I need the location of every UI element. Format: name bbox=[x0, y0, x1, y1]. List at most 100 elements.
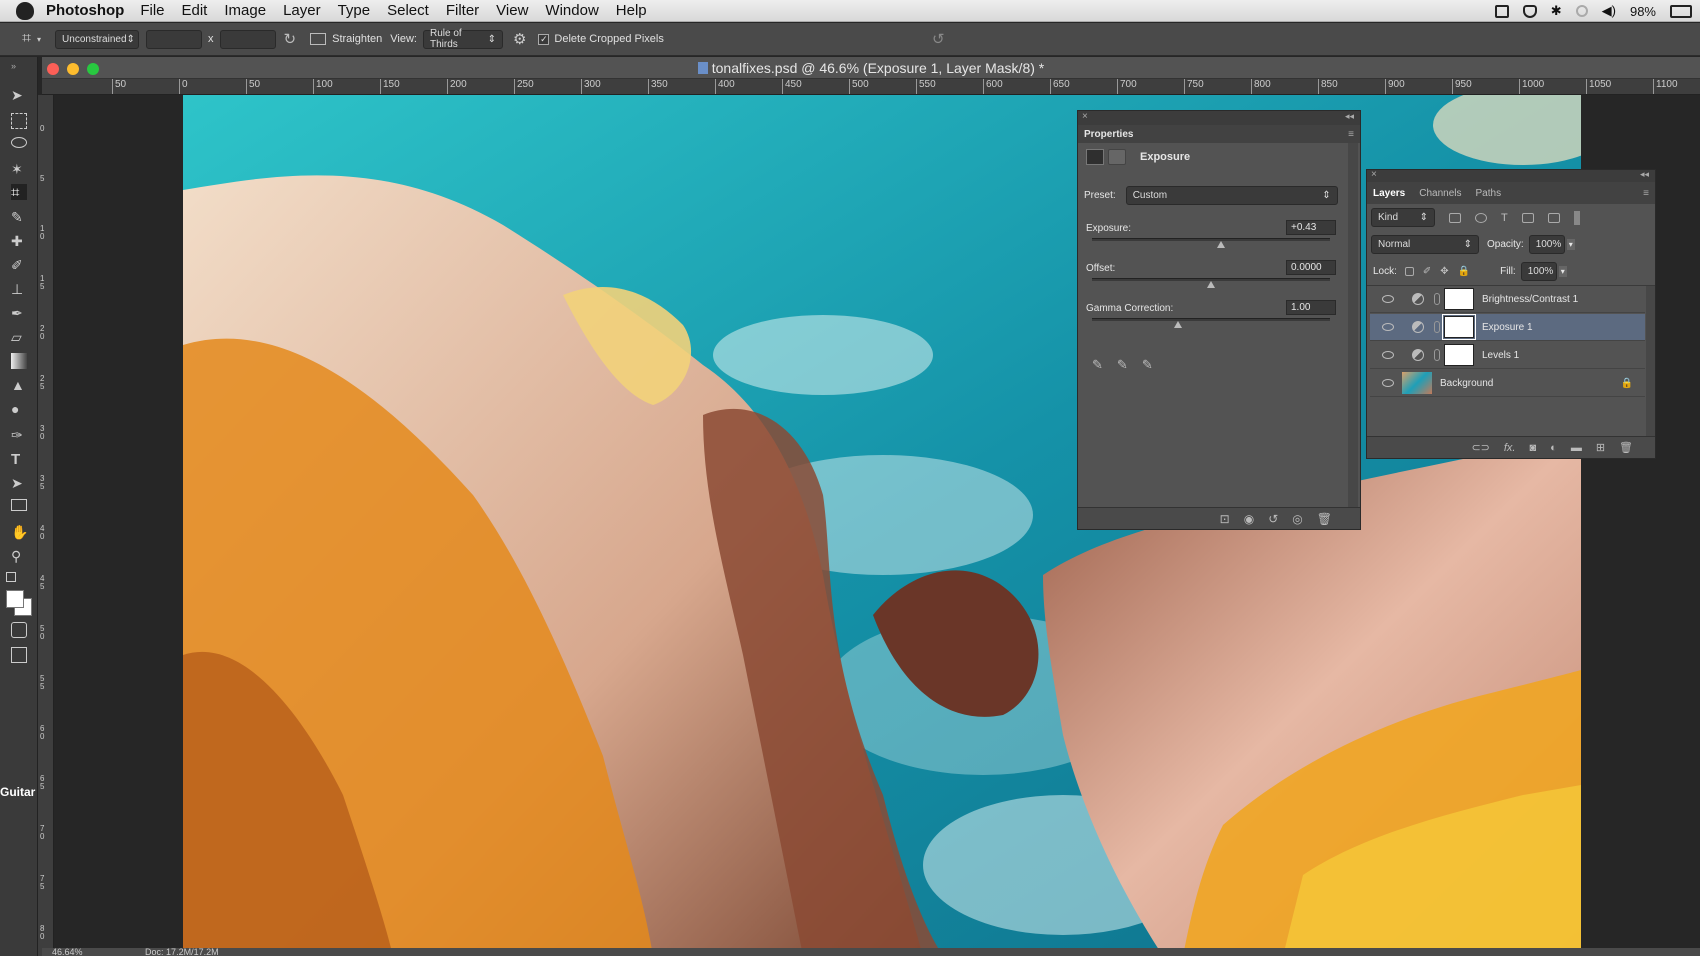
visibility-eye-icon[interactable] bbox=[1382, 351, 1394, 359]
menu-view[interactable]: View bbox=[496, 2, 528, 19]
menu-select[interactable]: Select bbox=[387, 2, 429, 19]
close-panel-icon[interactable]: × bbox=[1082, 111, 1088, 122]
shield-icon[interactable] bbox=[1522, 4, 1537, 18]
apple-icon[interactable] bbox=[16, 1, 34, 20]
menu-type[interactable]: Type bbox=[338, 2, 371, 19]
panel-menu-icon[interactable]: ≡ bbox=[1643, 188, 1649, 199]
exposure-slider-thumb[interactable] bbox=[1216, 241, 1225, 248]
path-select-icon[interactable]: ➤ bbox=[11, 475, 27, 491]
height-field[interactable] bbox=[219, 29, 276, 49]
tab-properties[interactable]: Properties bbox=[1084, 129, 1133, 140]
type-filter-icon[interactable]: T bbox=[1501, 212, 1508, 224]
magic-wand-icon[interactable]: ✶ bbox=[11, 161, 27, 177]
eyedropper-icon[interactable]: ✎ bbox=[11, 209, 27, 225]
properties-scrollbar[interactable] bbox=[1348, 143, 1358, 513]
shape-filter-icon[interactable] bbox=[1521, 212, 1534, 223]
exposure-value-field[interactable]: +0.43 bbox=[1286, 220, 1336, 235]
gradient-tool-icon[interactable] bbox=[11, 353, 27, 369]
layer-row-background[interactable]: Background 🔒 bbox=[1370, 370, 1645, 397]
cast-icon[interactable] bbox=[1494, 4, 1509, 18]
collapse-panel-icon[interactable]: ◂◂ bbox=[1345, 111, 1354, 122]
blend-mode-select[interactable]: Normal ⇕ bbox=[1371, 235, 1479, 254]
quick-mask-icon[interactable] bbox=[11, 622, 27, 638]
fx-icon[interactable]: fx. bbox=[1504, 442, 1516, 454]
collapse-icon[interactable]: » bbox=[11, 61, 27, 77]
history-brush-icon[interactable]: ✒ bbox=[11, 305, 27, 321]
document-tab[interactable]: tonalfixes.psd @ 46.6% (Exposure 1, Laye… bbox=[42, 57, 1700, 79]
dodge-tool-icon[interactable]: ● bbox=[11, 401, 27, 417]
white-point-eyedropper-icon[interactable]: ✎ bbox=[1142, 357, 1153, 373]
shape-tool-icon[interactable] bbox=[11, 499, 27, 511]
layers-scrollbar[interactable] bbox=[1646, 286, 1655, 436]
zoom-tool-icon[interactable]: ⚲ bbox=[11, 548, 27, 564]
new-adjustment-icon[interactable]: ◐ bbox=[1550, 442, 1557, 454]
minimize-window-icon[interactable] bbox=[67, 63, 79, 75]
layer-mask-thumbnail[interactable] bbox=[1444, 344, 1474, 366]
default-colors-icon[interactable] bbox=[6, 572, 16, 582]
visibility-eye-icon[interactable] bbox=[1382, 379, 1394, 387]
menu-image[interactable]: Image bbox=[224, 2, 266, 19]
filter-toggle-icon[interactable] bbox=[1573, 210, 1580, 225]
close-window-icon[interactable] bbox=[47, 63, 59, 75]
link-layers-icon[interactable]: ⊂⊃ bbox=[1471, 441, 1489, 454]
lasso-tool-icon[interactable] bbox=[11, 137, 27, 148]
menu-file[interactable]: File bbox=[140, 2, 164, 19]
pen-tool-icon[interactable]: ✑ bbox=[11, 427, 27, 443]
vertical-ruler[interactable]: 0 5 1 0 1 5 2 0 2 5 3 0 3 5 4 0 4 5 5 0 5 5 6 0 6 5 7 … bbox=[38, 95, 54, 956]
volume-icon[interactable]: ◀) bbox=[1602, 3, 1616, 19]
exposure-slider[interactable] bbox=[1092, 238, 1330, 248]
gamma-slider[interactable] bbox=[1092, 318, 1330, 328]
collapse-panel-icon[interactable]: ◂◂ bbox=[1640, 169, 1649, 180]
properties-panel-header[interactable]: × ◂◂ bbox=[1078, 111, 1360, 125]
battery-icon[interactable] bbox=[1670, 4, 1692, 18]
horizontal-ruler[interactable]: 50 0 50 100 150 200 250 300 350 400 450 500 550 600 65… bbox=[42, 79, 1700, 95]
kind-filter-select[interactable]: Kind ⇕ bbox=[1371, 208, 1435, 227]
fill-field[interactable]: 100% bbox=[1520, 262, 1557, 281]
visibility-eye-icon[interactable] bbox=[1382, 295, 1394, 303]
mask-link-icon[interactable] bbox=[1434, 349, 1440, 361]
swap-icon[interactable]: ↻ bbox=[284, 30, 297, 48]
gear-icon[interactable]: ⚙ bbox=[513, 30, 526, 48]
mask-icon[interactable] bbox=[1108, 149, 1126, 165]
app-name-menu[interactable]: Photoshop bbox=[46, 2, 124, 19]
stamp-tool-icon[interactable]: ⊥ bbox=[11, 281, 27, 297]
offset-slider[interactable] bbox=[1092, 278, 1330, 288]
delete-cropped-checkbox[interactable]: ✓ bbox=[538, 33, 550, 45]
straighten-button[interactable]: Straighten bbox=[332, 33, 382, 45]
opacity-dropdown-icon[interactable]: ▾ bbox=[1566, 239, 1575, 250]
screen-mode-icon[interactable] bbox=[11, 647, 27, 663]
menu-edit[interactable]: Edit bbox=[182, 2, 208, 19]
opacity-field[interactable]: 100% bbox=[1528, 235, 1565, 254]
offset-slider-thumb[interactable] bbox=[1207, 281, 1215, 288]
tab-channels[interactable]: Channels bbox=[1419, 188, 1461, 199]
mask-link-icon[interactable] bbox=[1434, 293, 1440, 305]
wifi-icon[interactable] bbox=[1575, 5, 1588, 17]
new-group-icon[interactable]: ▬ bbox=[1571, 442, 1582, 454]
panel-menu-icon[interactable]: ≡ bbox=[1348, 129, 1354, 140]
zoom-window-icon[interactable] bbox=[87, 63, 99, 75]
lock-position-icon[interactable]: ✥ bbox=[1440, 266, 1448, 277]
fill-dropdown-icon[interactable]: ▾ bbox=[1558, 266, 1567, 277]
gamma-value-field[interactable]: 1.00 bbox=[1286, 300, 1336, 315]
reset-icon[interactable]: ↺ bbox=[932, 30, 945, 48]
tool-preset-chevron-icon[interactable]: ▾ bbox=[37, 35, 41, 44]
adjustment-filter-icon[interactable] bbox=[1475, 212, 1487, 223]
eraser-icon[interactable]: ▱ bbox=[11, 329, 27, 345]
gamma-slider-thumb[interactable] bbox=[1173, 321, 1182, 328]
layer-mask-thumbnail[interactable] bbox=[1444, 288, 1474, 310]
width-field[interactable] bbox=[146, 29, 203, 49]
layer-mask-thumbnail[interactable] bbox=[1442, 314, 1476, 340]
lock-pixels-icon[interactable]: ✐ bbox=[1423, 266, 1431, 277]
layer-row-exposure[interactable]: Exposure 1 bbox=[1370, 314, 1645, 341]
marquee-tool-icon[interactable] bbox=[11, 113, 27, 129]
doc-size[interactable]: Doc: 17.2M/17.2M bbox=[145, 948, 219, 956]
new-layer-icon[interactable]: ⊞ bbox=[1596, 441, 1605, 454]
menu-layer[interactable]: Layer bbox=[283, 2, 321, 19]
blur-tool-icon[interactable]: ▲ bbox=[11, 377, 27, 393]
exposure-adjustment-icon[interactable] bbox=[1086, 149, 1104, 165]
menu-window[interactable]: Window bbox=[545, 2, 598, 19]
crop-tool-active-icon[interactable]: ⌗ bbox=[11, 184, 27, 201]
layer-row-levels[interactable]: Levels 1 bbox=[1370, 342, 1645, 369]
visibility-eye-icon[interactable] bbox=[1382, 323, 1394, 331]
close-panel-icon[interactable]: × bbox=[1371, 169, 1377, 180]
